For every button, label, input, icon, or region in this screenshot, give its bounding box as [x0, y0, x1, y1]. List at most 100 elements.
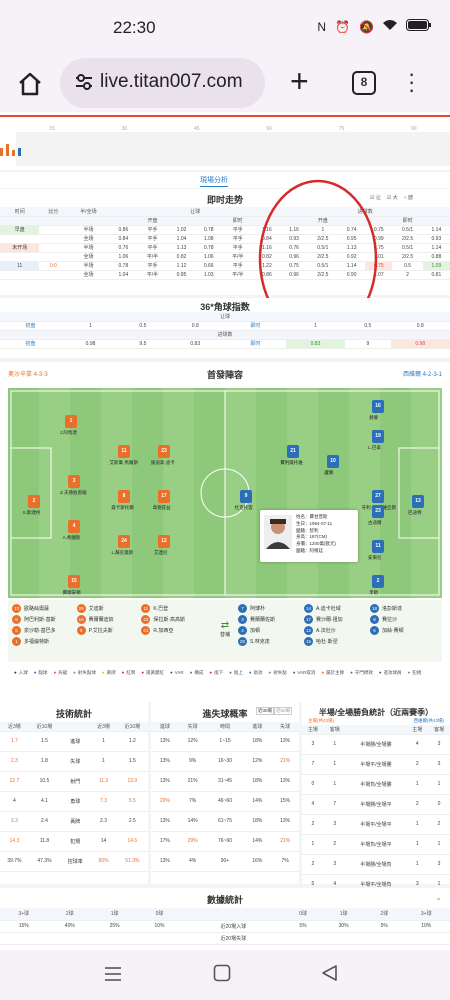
header-cell: 主場	[302, 725, 324, 735]
sub-player[interactable]: 5 泉沙勒·基巴多	[12, 625, 77, 636]
table-row: 20% 7% 46~60 14% 15%	[151, 791, 299, 812]
player-shirt[interactable]: 13	[412, 495, 424, 508]
sub-player[interactable]: 6 阿巴利斯·基斯	[12, 614, 77, 625]
sub-player[interactable]: 13 歐路絲奧薩	[12, 603, 77, 614]
table-cell: 7%	[178, 791, 207, 812]
header-cell: 近10場	[116, 722, 148, 732]
player-shirt[interactable]: 17	[158, 490, 170, 503]
sub-player[interactable]: 11 K.巴登	[141, 603, 206, 614]
player-shirt[interactable]: 19	[372, 430, 384, 443]
table-row: 12.7 10.5 射門 11.3 13.9	[0, 771, 148, 792]
row-value: 1.06	[109, 252, 137, 262]
player-shirt[interactable]: 10	[327, 455, 339, 468]
player-shirt[interactable]: 8	[118, 490, 130, 503]
table-cell: 半場勝/全場平	[345, 794, 407, 815]
recents-icon[interactable]	[104, 966, 122, 987]
sub-player[interactable]: 22 保拉斯·高高斯	[141, 614, 206, 625]
table-cell: 1球	[321, 908, 367, 921]
player-name: J.阿馬達	[59, 430, 77, 435]
table-cell: 10%	[402, 920, 450, 933]
sub-number: 21	[141, 626, 151, 635]
table-cell: 2	[302, 814, 324, 835]
table-cell: 39.7%	[0, 851, 29, 872]
player-shirt[interactable]: 9	[240, 490, 252, 503]
player-shirt[interactable]: 2	[372, 575, 384, 588]
toggle-30[interactable]: 近30場	[256, 707, 275, 715]
legend-item: ● 換下	[209, 670, 223, 676]
table-cell: 5.5	[116, 791, 148, 812]
player-shirt[interactable]: 1	[65, 415, 77, 428]
chevron-down-icon[interactable]: ⌄	[435, 893, 442, 902]
player-shirt[interactable]: 2	[28, 495, 40, 508]
player-shirt[interactable]: 11	[118, 445, 130, 458]
option-da[interactable]: ☑ 大	[387, 194, 398, 201]
player-shirt[interactable]: 21	[287, 445, 299, 458]
sub-player[interactable]: 17 費沙爾·祖加	[304, 614, 370, 625]
overflow-menu-icon[interactable]: · · ·	[408, 63, 415, 101]
table-row: 15% 40% 25% 10% 近20場入球 5% 30% 5% 10%	[0, 920, 450, 933]
sub-player[interactable]: 4 加頓	[238, 625, 304, 636]
tech-stats-title: 技術統計	[55, 709, 92, 719]
player-shirt[interactable]: 16	[372, 400, 384, 413]
header-cell: 失球	[178, 722, 207, 732]
legend-item: ● 助攻	[249, 670, 263, 676]
sub-player[interactable]: 15 哈杜·斯涅	[304, 636, 370, 647]
row-value: 平手	[136, 225, 168, 235]
table-cell: 13%	[271, 731, 299, 752]
player-shirt[interactable]: 11	[372, 540, 384, 553]
player-popup-info: 姓名：費甘普斯 生日：1994-07-11 國籍：智利 身高：187(CM) 身…	[296, 514, 337, 553]
table-cell: 3+球	[0, 908, 48, 921]
url-text[interactable]: live.titan007.com	[100, 71, 243, 93]
row-time	[0, 252, 40, 262]
toggle-50[interactable]: 近50場	[274, 707, 293, 715]
sub-player[interactable]: 16 費爾蘭迪奴	[76, 614, 142, 625]
sub-player[interactable]: 1 多福倫特斯	[12, 636, 77, 647]
player-shirt[interactable]: 24	[118, 535, 130, 548]
sub-player[interactable]: 8 費拉沙	[370, 614, 436, 625]
player-shirt[interactable]: 23	[372, 505, 384, 518]
legend-label: VAR取消	[297, 670, 316, 675]
sub-player[interactable]: 29 艾迪斯	[76, 603, 142, 614]
legend-label: VAR	[174, 670, 184, 675]
table-cell: 1.5	[28, 731, 61, 752]
sub-number: 4	[238, 626, 247, 635]
table-cell: 1.7	[0, 731, 29, 752]
sub-player[interactable]: 14 A.迪卡杜域	[304, 603, 370, 614]
table-cell: 14.6	[116, 831, 148, 852]
sub-player[interactable]: 6 加絲·費頓	[370, 625, 436, 636]
back-icon[interactable]	[320, 964, 338, 987]
sub-player[interactable]: 12 A.法杜沙	[304, 625, 370, 636]
table-cell: 13%	[151, 851, 179, 872]
table-cell: 18%	[243, 811, 272, 832]
table-cell: 61~75	[206, 811, 244, 832]
tab-count-button[interactable]: 8	[352, 71, 376, 95]
sub-player[interactable]: 18 洛彭斯達	[370, 603, 436, 614]
home-icon[interactable]	[16, 70, 44, 98]
table-cell: 4.1	[28, 791, 61, 812]
sub-player[interactable]: 7 阿博朴	[238, 603, 304, 614]
row-value: 0.93	[422, 234, 450, 244]
player-shirt[interactable]: 4	[68, 520, 80, 533]
sub-player[interactable]: 20 S.林克達	[238, 636, 304, 647]
row-score	[39, 234, 68, 244]
tab-analysis[interactable]: 現場分析	[200, 175, 228, 187]
sub-player[interactable]: 3 費爾蘭佐斯	[238, 614, 304, 625]
legend-icon: ●	[350, 670, 353, 675]
sub-player[interactable]: 9 P.艾拉夫斯	[76, 625, 142, 636]
table-cell: 51.3%	[116, 851, 148, 872]
player-shirt[interactable]: 12	[158, 535, 170, 548]
player-shirt[interactable]: 27	[372, 490, 384, 503]
sub-name: A.法杜沙	[316, 628, 336, 634]
table-row: 4 4.1 角球 7.3 5.5	[0, 791, 148, 812]
sub-name: 阿巴利斯·基斯	[24, 617, 56, 623]
new-tab-button[interactable]: +	[290, 63, 309, 100]
player-shirt[interactable]: 3	[68, 475, 80, 488]
sub-player[interactable]: 21 R.加西亞	[141, 625, 206, 636]
legend-item: ● 紅牌	[122, 670, 136, 676]
home-nav-icon[interactable]	[213, 964, 231, 987]
option-ou[interactable]: ○ 欧	[404, 194, 413, 201]
site-settings-icon[interactable]	[74, 72, 94, 92]
table-row: 13% 4% 90+ 16% 7%	[151, 851, 299, 872]
player-shirt[interactable]: 15	[68, 575, 80, 588]
player-shirt[interactable]: 23	[158, 445, 170, 458]
